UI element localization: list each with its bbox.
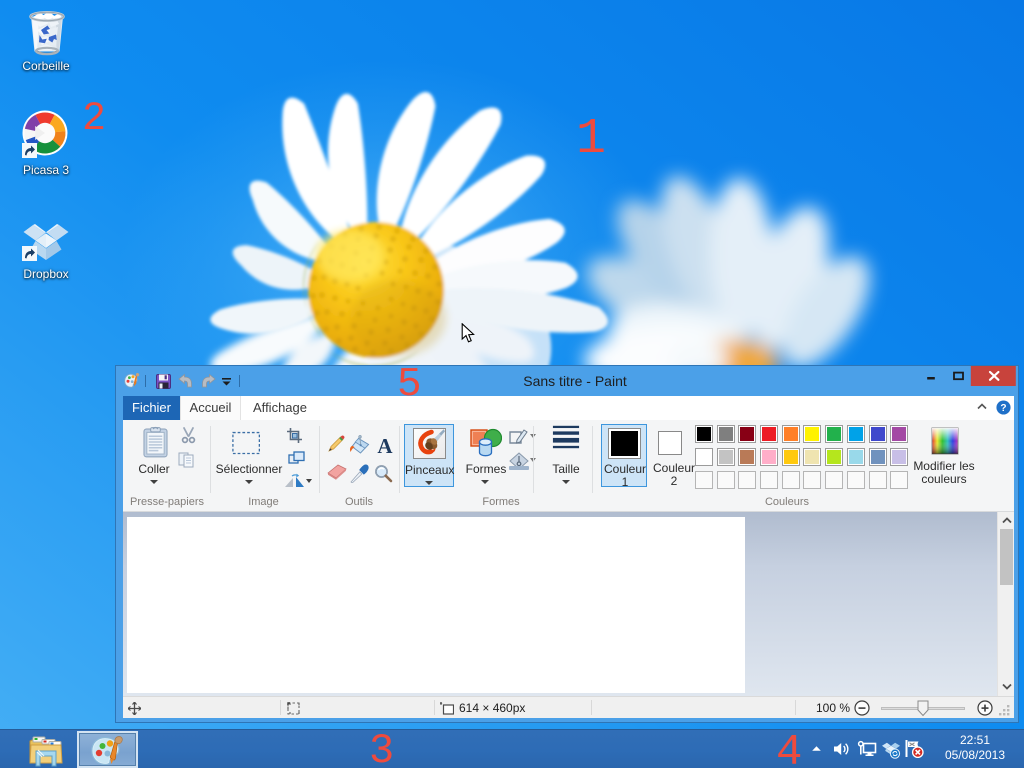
svg-text:?: ? [1000, 403, 1006, 414]
